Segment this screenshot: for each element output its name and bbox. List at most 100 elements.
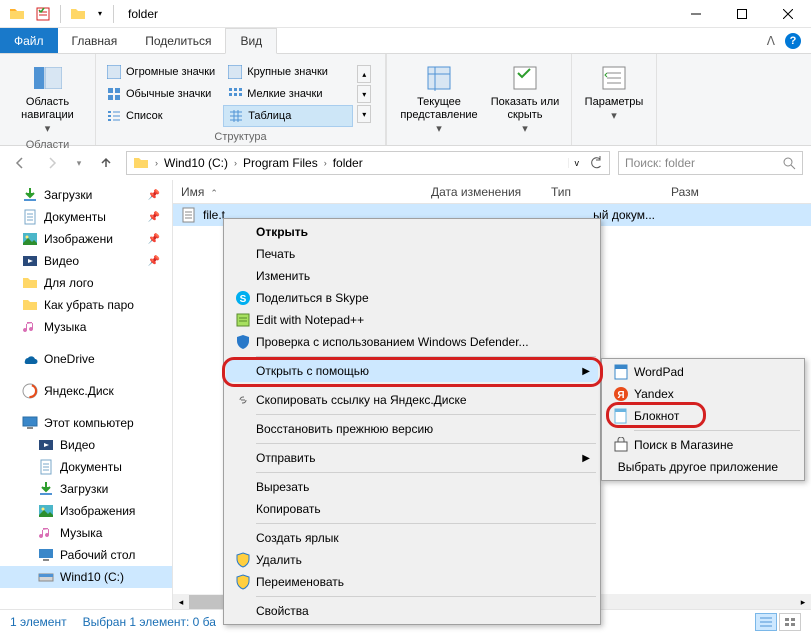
- ctx-open[interactable]: Открыть: [226, 221, 598, 243]
- layout-table[interactable]: Таблица: [223, 105, 353, 127]
- layout-huge[interactable]: Огромные значки: [102, 61, 219, 83]
- status-count: 1 элемент: [10, 615, 67, 629]
- nav-up-button[interactable]: [94, 151, 118, 175]
- ctx-copy[interactable]: Копировать: [226, 498, 598, 520]
- window-title: folder: [122, 7, 673, 21]
- shield-icon: [235, 552, 251, 568]
- text-file-icon: [181, 207, 197, 223]
- ribbon-tabs: Файл Главная Поделиться Вид ᐱ ?: [0, 28, 811, 54]
- tab-file[interactable]: Файл: [0, 28, 58, 53]
- sidebar-pc-item-3[interactable]: Изображения: [0, 500, 172, 522]
- ctx-cut[interactable]: Вырезать: [226, 476, 598, 498]
- current-view-button[interactable]: Текущее представление▾: [393, 58, 485, 138]
- sidebar-pc-item-6[interactable]: Wind10 (C:): [0, 566, 172, 588]
- context-menu: Открыть Печать Изменить SПоделиться в Sk…: [223, 218, 601, 625]
- qat-folder2-icon[interactable]: [67, 3, 89, 25]
- shield-icon: [235, 574, 251, 590]
- col-name[interactable]: Имя: [173, 185, 423, 199]
- layout-small[interactable]: Мелкие значки: [223, 83, 353, 105]
- view-icons-button[interactable]: [779, 613, 801, 631]
- ctx-shortcut[interactable]: Создать ярлык: [226, 527, 598, 549]
- crumb-folder[interactable]: folder: [329, 156, 367, 170]
- sidebar-item-3[interactable]: Видео📌: [0, 250, 172, 272]
- nav-back-button[interactable]: [8, 151, 32, 175]
- help-icon[interactable]: ?: [785, 33, 801, 49]
- ctx-send-to[interactable]: Отправить▶: [226, 447, 598, 469]
- tab-share[interactable]: Поделиться: [131, 28, 225, 53]
- layout-scroll-down[interactable]: ▾: [357, 85, 371, 103]
- sidebar-pc-item-5[interactable]: Рабочий стол: [0, 544, 172, 566]
- sidebar-item-1[interactable]: Документы📌: [0, 206, 172, 228]
- search-icon: [782, 156, 796, 170]
- tab-home[interactable]: Главная: [58, 28, 132, 53]
- nav-history-button[interactable]: ▾: [72, 151, 86, 175]
- group-structure-label: Структура: [102, 130, 379, 143]
- sidebar-onedrive[interactable]: OneDrive: [0, 348, 172, 370]
- sidebar-pc-item-0[interactable]: Видео: [0, 434, 172, 456]
- ribbon: Область навигации ▾ Области Огромные зна…: [0, 54, 811, 146]
- maximize-button[interactable]: [719, 0, 765, 28]
- col-date[interactable]: Дата изменения: [423, 185, 543, 199]
- show-hide-button[interactable]: Показать или скрыть▾: [485, 58, 565, 138]
- sub-other[interactable]: Выбрать другое приложение: [604, 456, 802, 478]
- col-type[interactable]: Тип: [543, 185, 663, 199]
- sidebar-yandex[interactable]: Яндекс.Диск: [0, 380, 172, 402]
- wordpad-icon: [613, 364, 629, 380]
- ctx-defender[interactable]: Проверка с использованием Windows Defend…: [226, 331, 598, 353]
- address-bar: ▾ › Wind10 (C:) › Program Files › folder…: [0, 146, 811, 180]
- sidebar-item-0[interactable]: Загрузки📌: [0, 184, 172, 206]
- sub-wordpad[interactable]: WordPad: [604, 361, 802, 383]
- ctx-notepadpp[interactable]: Edit with Notepad++: [226, 309, 598, 331]
- ctx-restore[interactable]: Восстановить прежнюю версию: [226, 418, 598, 440]
- qat-dropdown-icon[interactable]: ▾: [93, 3, 107, 25]
- defender-icon: [235, 334, 251, 350]
- sub-yandex[interactable]: ЯYandex: [604, 383, 802, 405]
- yandex-icon: Я: [613, 386, 629, 402]
- search-input[interactable]: Поиск: folder: [618, 151, 803, 175]
- notepad-icon: [613, 408, 629, 424]
- minimize-button[interactable]: [673, 0, 719, 28]
- crumb-program-files[interactable]: Program Files: [239, 156, 322, 170]
- ctx-rename[interactable]: Переименовать: [226, 571, 598, 593]
- title-bar: ▾ folder: [0, 0, 811, 28]
- ctx-edit[interactable]: Изменить: [226, 265, 598, 287]
- nav-forward-button[interactable]: [40, 151, 64, 175]
- options-button[interactable]: Параметры▾: [578, 58, 650, 125]
- qat-properties-icon[interactable]: [32, 3, 54, 25]
- col-size[interactable]: Разм: [663, 185, 723, 199]
- sidebar-this-pc[interactable]: Этот компьютер: [0, 412, 172, 434]
- view-details-button[interactable]: [755, 613, 777, 631]
- tab-view[interactable]: Вид: [225, 28, 277, 54]
- sidebar-item-5[interactable]: Как убрать паро: [0, 294, 172, 316]
- ctx-skype[interactable]: SПоделиться в Skype: [226, 287, 598, 309]
- sidebar-pc-item-4[interactable]: Музыка: [0, 522, 172, 544]
- layout-medium[interactable]: Обычные значки: [102, 83, 219, 105]
- qat-folder-icon: [6, 3, 28, 25]
- svg-text:S: S: [240, 294, 247, 305]
- collapse-ribbon-icon[interactable]: ᐱ: [767, 34, 775, 48]
- folder-icon: [133, 155, 149, 171]
- crumb-drive[interactable]: Wind10 (C:): [160, 156, 232, 170]
- layout-large[interactable]: Крупные значки: [223, 61, 353, 83]
- sidebar-pc-item-1[interactable]: Документы: [0, 456, 172, 478]
- sidebar-item-4[interactable]: Для лого: [0, 272, 172, 294]
- skype-icon: S: [235, 290, 251, 306]
- layout-scroll-up[interactable]: ▴: [357, 65, 371, 83]
- breadcrumb[interactable]: › Wind10 (C:) › Program Files › folder v: [126, 151, 610, 175]
- ctx-print[interactable]: Печать: [226, 243, 598, 265]
- sidebar-item-6[interactable]: Музыка: [0, 316, 172, 338]
- layout-list[interactable]: Список: [102, 105, 219, 127]
- nav-pane-button[interactable]: Область навигации ▾: [6, 58, 89, 138]
- sidebar-pc-item-2[interactable]: Загрузки: [0, 478, 172, 500]
- ctx-delete[interactable]: Удалить: [226, 549, 598, 571]
- ctx-open-with[interactable]: Открыть с помощью▶: [226, 360, 598, 382]
- ctx-yandex-link[interactable]: Скопировать ссылку на Яндекс.Диске: [226, 389, 598, 411]
- breadcrumb-dropdown[interactable]: v: [568, 158, 586, 168]
- sub-notepad[interactable]: Блокнот: [604, 405, 802, 427]
- close-button[interactable]: [765, 0, 811, 28]
- refresh-icon[interactable]: [585, 156, 607, 170]
- layout-expand[interactable]: ▾: [357, 105, 371, 123]
- sub-store[interactable]: Поиск в Магазине: [604, 434, 802, 456]
- sidebar-item-2[interactable]: Изображени📌: [0, 228, 172, 250]
- ctx-properties[interactable]: Свойства: [226, 600, 598, 622]
